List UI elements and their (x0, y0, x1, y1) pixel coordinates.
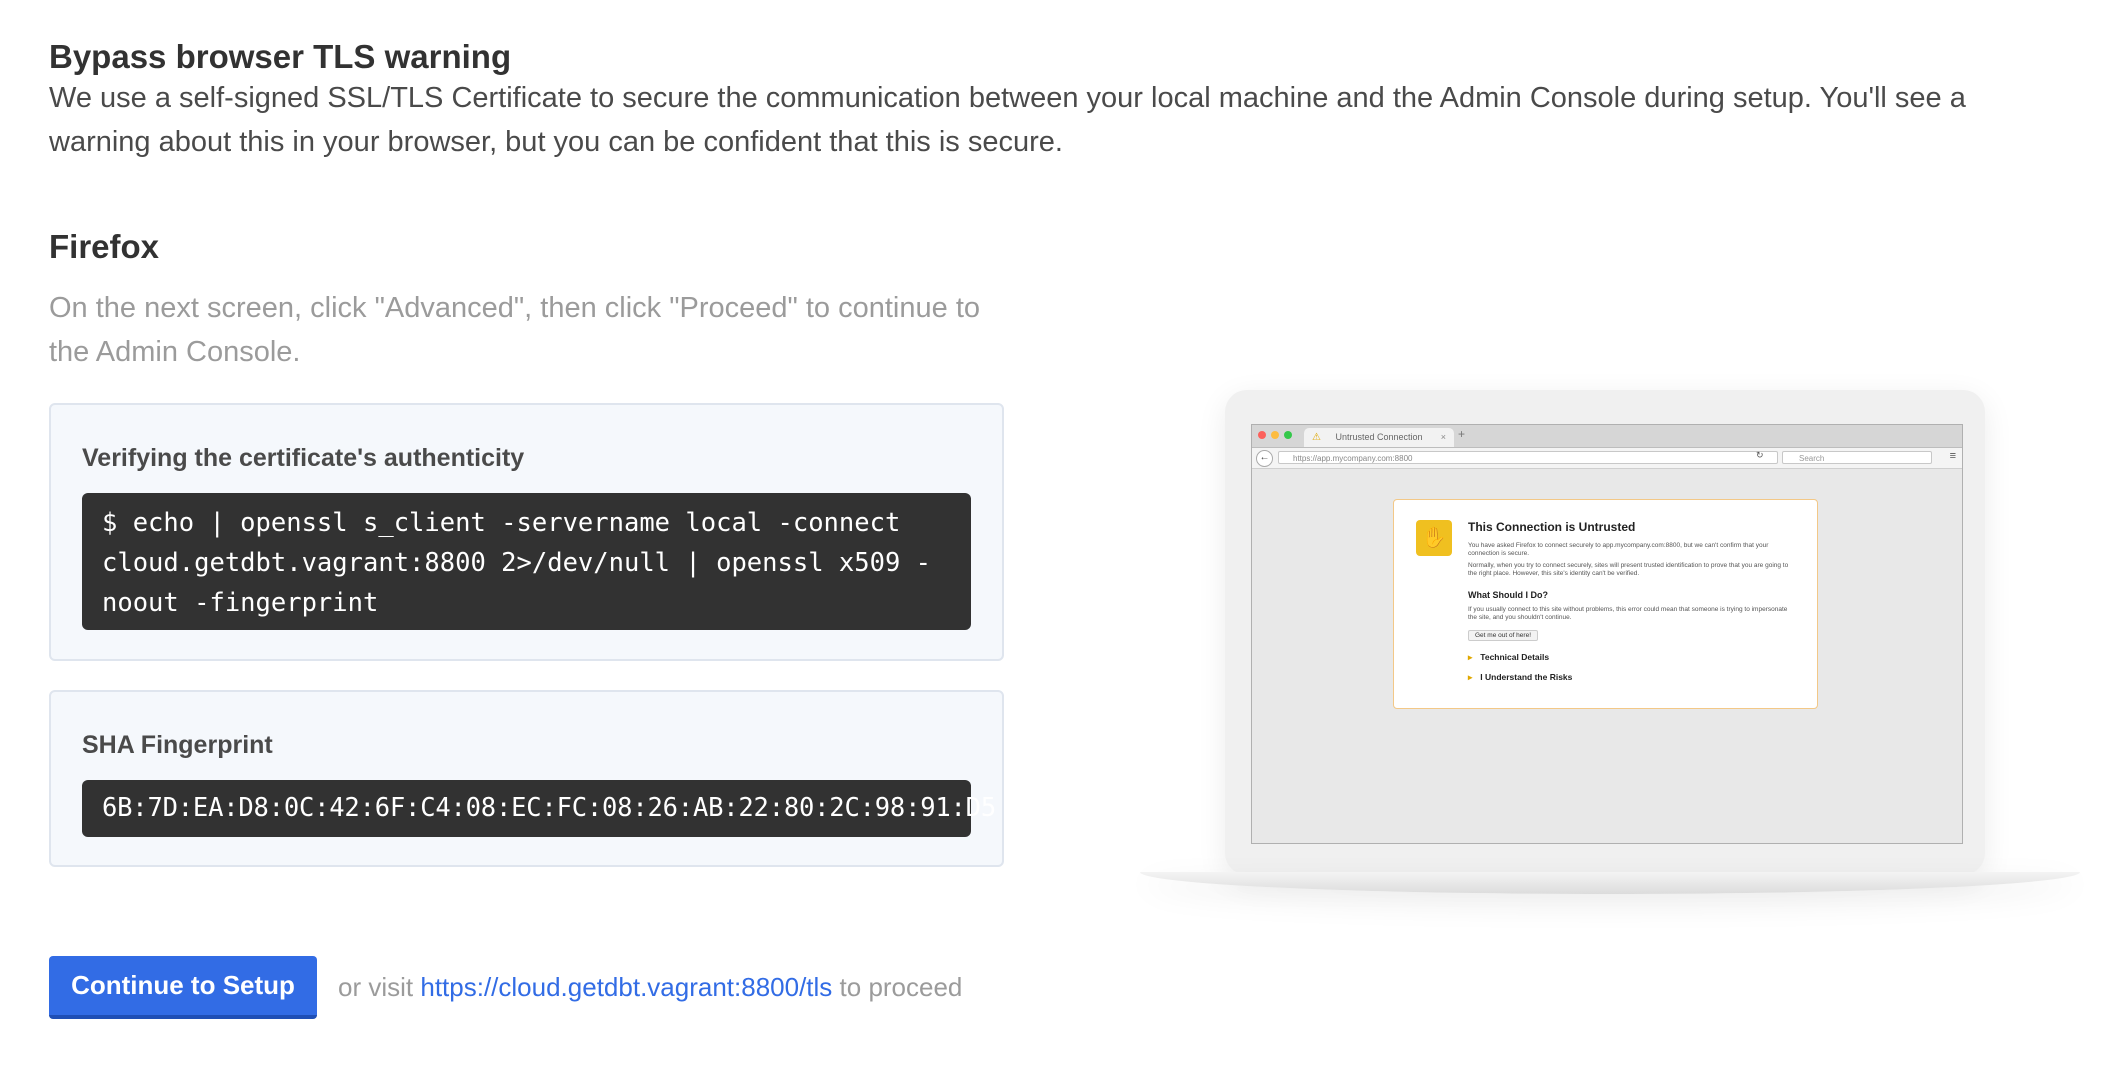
browser-navbar: ← https://app.mycompany.com:8800 ↻ Searc… (1252, 448, 1962, 469)
browser-instructions: On the next screen, click "Advanced", th… (49, 292, 981, 368)
sha-fingerprint[interactable]: 6B:7D:EA:D8:0C:42:6F:C4:08:EC:FC:08:26:A… (82, 780, 996, 837)
warning-icon: ⚠ (1312, 432, 1321, 443)
verify-card: Verifying the certificate's authenticity… (49, 403, 1004, 661)
browser-title: Firefox (49, 228, 160, 265)
url-bar: https://app.mycompany.com:8800 (1278, 451, 1778, 464)
sha-label: SHA Fingerprint (82, 731, 273, 759)
back-arrow-icon: ← (1256, 450, 1273, 467)
plus-icon: + (1458, 427, 1466, 441)
warning-paragraph: Normally, when you try to connect secure… (1468, 562, 1789, 577)
maximize-dot-icon (1284, 431, 1292, 439)
technical-details-item: ▸ Technical Details (1468, 652, 1550, 662)
untrusted-warning: ✋ This Connection is Untrusted You have … (1393, 499, 1818, 709)
get-me-out-button: Get me out of here! (1468, 630, 1539, 641)
visit-text: or visit https://cloud.getdbt.vagrant:88… (338, 972, 962, 1003)
tls-link[interactable]: https://cloud.getdbt.vagrant:8800/tls (420, 972, 832, 1002)
intro-description: We use a self-signed SSL/TLS Certificate… (49, 82, 1966, 158)
close-icon: × (1440, 432, 1446, 442)
browser-tabbar: ⚠ Untrusted Connection × + (1252, 425, 1962, 448)
visit-prefix: or visit (338, 972, 414, 1002)
menu-icon: ≡ (1949, 450, 1956, 462)
browser-tab: ⚠ Untrusted Connection × (1304, 428, 1454, 447)
policeman-icon: ✋ (1416, 520, 1452, 556)
continue-to-setup-button[interactable]: Continue to Setup (49, 956, 317, 1019)
warning-paragraph: You have asked Firefox to connect secure… (1468, 542, 1769, 557)
laptop-illustration: ⚠ Untrusted Connection × + ← https://app… (1140, 380, 2080, 940)
verify-command[interactable]: $ echo | openssl s_client -servername lo… (82, 493, 971, 630)
understand-risks-item: ▸ I Understand the Risks (1468, 672, 1573, 682)
warning-paragraph: If you usually connect to this site with… (1468, 606, 1788, 621)
sha-card: SHA Fingerprint 6B:7D:EA:D8:0C:42:6F:C4:… (49, 690, 1004, 867)
warning-title: This Connection is Untrusted (1468, 520, 1636, 534)
tab-title: Untrusted Connection (1335, 432, 1423, 442)
search-bar: Search (1782, 451, 1932, 464)
visit-suffix: to proceed (839, 972, 963, 1002)
close-dot-icon (1258, 431, 1266, 439)
warning-subtitle: What Should I Do? (1468, 590, 1548, 600)
page-title: Bypass browser TLS warning (49, 38, 512, 75)
verify-label: Verifying the certificate's authenticity (82, 444, 525, 472)
laptop-base (1140, 872, 2080, 894)
reload-icon: ↻ (1756, 450, 1764, 460)
laptop-screen: ⚠ Untrusted Connection × + ← https://app… (1251, 424, 1963, 844)
minimize-dot-icon (1271, 431, 1279, 439)
